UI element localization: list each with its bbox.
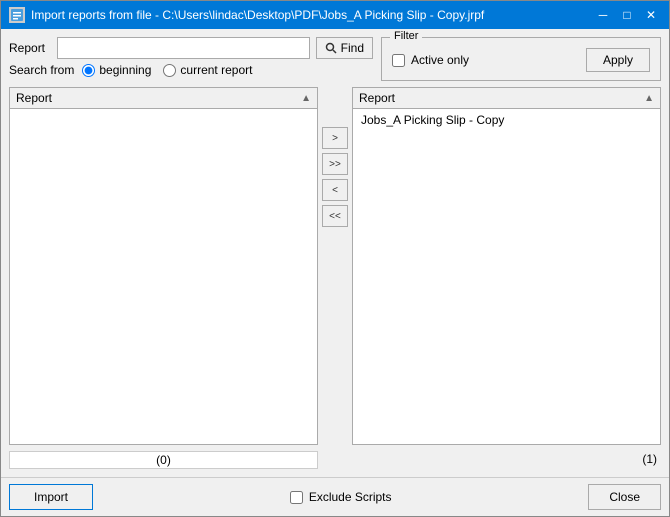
filter-group: Filter Active only Apply xyxy=(381,37,661,81)
filter-inner: Active only Apply xyxy=(392,48,650,72)
footer: Import Exclude Scripts Close xyxy=(1,477,669,516)
middle-controls: > >> < << xyxy=(318,87,352,445)
window-close-button[interactable]: ✕ xyxy=(641,7,661,23)
radio-beginning[interactable]: beginning xyxy=(82,63,151,77)
window-icon xyxy=(9,7,25,23)
status-left: (0) xyxy=(9,451,318,469)
search-from-row: Search from beginning current report xyxy=(9,63,373,77)
left-panel: Report ▲ xyxy=(9,87,318,445)
middle-spacer xyxy=(318,451,344,469)
move-all-right-button[interactable]: >> xyxy=(322,153,348,175)
radio-group: beginning current report xyxy=(82,63,252,77)
main-window: Import reports from file - C:\Users\lind… xyxy=(0,0,670,517)
status-bar: (0) (1) xyxy=(9,451,661,469)
left-panel-header: Report ▲ xyxy=(10,88,317,109)
report-input[interactable] xyxy=(57,37,310,59)
right-panel-title: Report xyxy=(359,91,395,105)
search-icon xyxy=(325,42,337,54)
status-left-container: (0) xyxy=(9,451,318,469)
window-title: Import reports from file - C:\Users\lind… xyxy=(31,8,484,22)
search-from-label: Search from xyxy=(9,63,74,77)
move-left-button[interactable]: < xyxy=(322,179,348,201)
move-all-left-button[interactable]: << xyxy=(322,205,348,227)
left-panel-title: Report xyxy=(16,91,52,105)
exclude-scripts-checkbox[interactable] xyxy=(290,491,303,504)
right-panel: Report ▲ Jobs_A Picking Slip - Copy xyxy=(352,87,661,445)
find-button-label: Find xyxy=(341,41,364,55)
right-panel-header: Report ▲ xyxy=(353,88,660,109)
status-right: (1) xyxy=(344,451,661,469)
move-right-button[interactable]: > xyxy=(322,127,348,149)
title-bar: Import reports from file - C:\Users\lind… xyxy=(1,1,669,29)
minimize-button[interactable]: ─ xyxy=(593,7,613,23)
radio-current[interactable]: current report xyxy=(163,63,252,77)
filter-legend: Filter xyxy=(390,30,422,42)
radio-beginning-input[interactable] xyxy=(82,64,95,77)
right-panel-collapse-icon[interactable]: ▲ xyxy=(644,93,654,104)
right-panel-item[interactable]: Jobs_A Picking Slip - Copy xyxy=(355,111,658,129)
main-content: Report Find Search from xyxy=(1,29,669,477)
left-panel-content xyxy=(10,109,317,444)
left-panel-collapse-icon[interactable]: ▲ xyxy=(301,93,311,104)
apply-button[interactable]: Apply xyxy=(586,48,650,72)
report-label: Report xyxy=(9,41,51,55)
active-only-label: Active only xyxy=(411,53,469,67)
active-only-row: Active only xyxy=(392,53,469,67)
left-top: Report Find Search from xyxy=(9,37,373,81)
import-button[interactable]: Import xyxy=(9,484,93,510)
top-section: Report Find Search from xyxy=(9,37,661,81)
close-button[interactable]: Close xyxy=(588,484,661,510)
exclude-scripts-label: Exclude Scripts xyxy=(309,490,392,504)
maximize-button[interactable]: □ xyxy=(617,7,637,23)
find-button[interactable]: Find xyxy=(316,37,373,59)
radio-beginning-label: beginning xyxy=(99,63,151,77)
radio-current-input[interactable] xyxy=(163,64,176,77)
title-bar-left: Import reports from file - C:\Users\lind… xyxy=(9,7,484,23)
exclude-row: Exclude Scripts xyxy=(290,490,392,504)
panels-section: Report ▲ > >> < << Report ▲ Jobs_A Picki… xyxy=(9,87,661,445)
radio-current-label: current report xyxy=(180,63,252,77)
footer-left: Import xyxy=(9,484,93,510)
active-only-checkbox[interactable] xyxy=(392,54,405,67)
report-row: Report Find xyxy=(9,37,373,59)
right-panel-content: Jobs_A Picking Slip - Copy xyxy=(353,109,660,444)
title-bar-controls: ─ □ ✕ xyxy=(593,7,661,23)
